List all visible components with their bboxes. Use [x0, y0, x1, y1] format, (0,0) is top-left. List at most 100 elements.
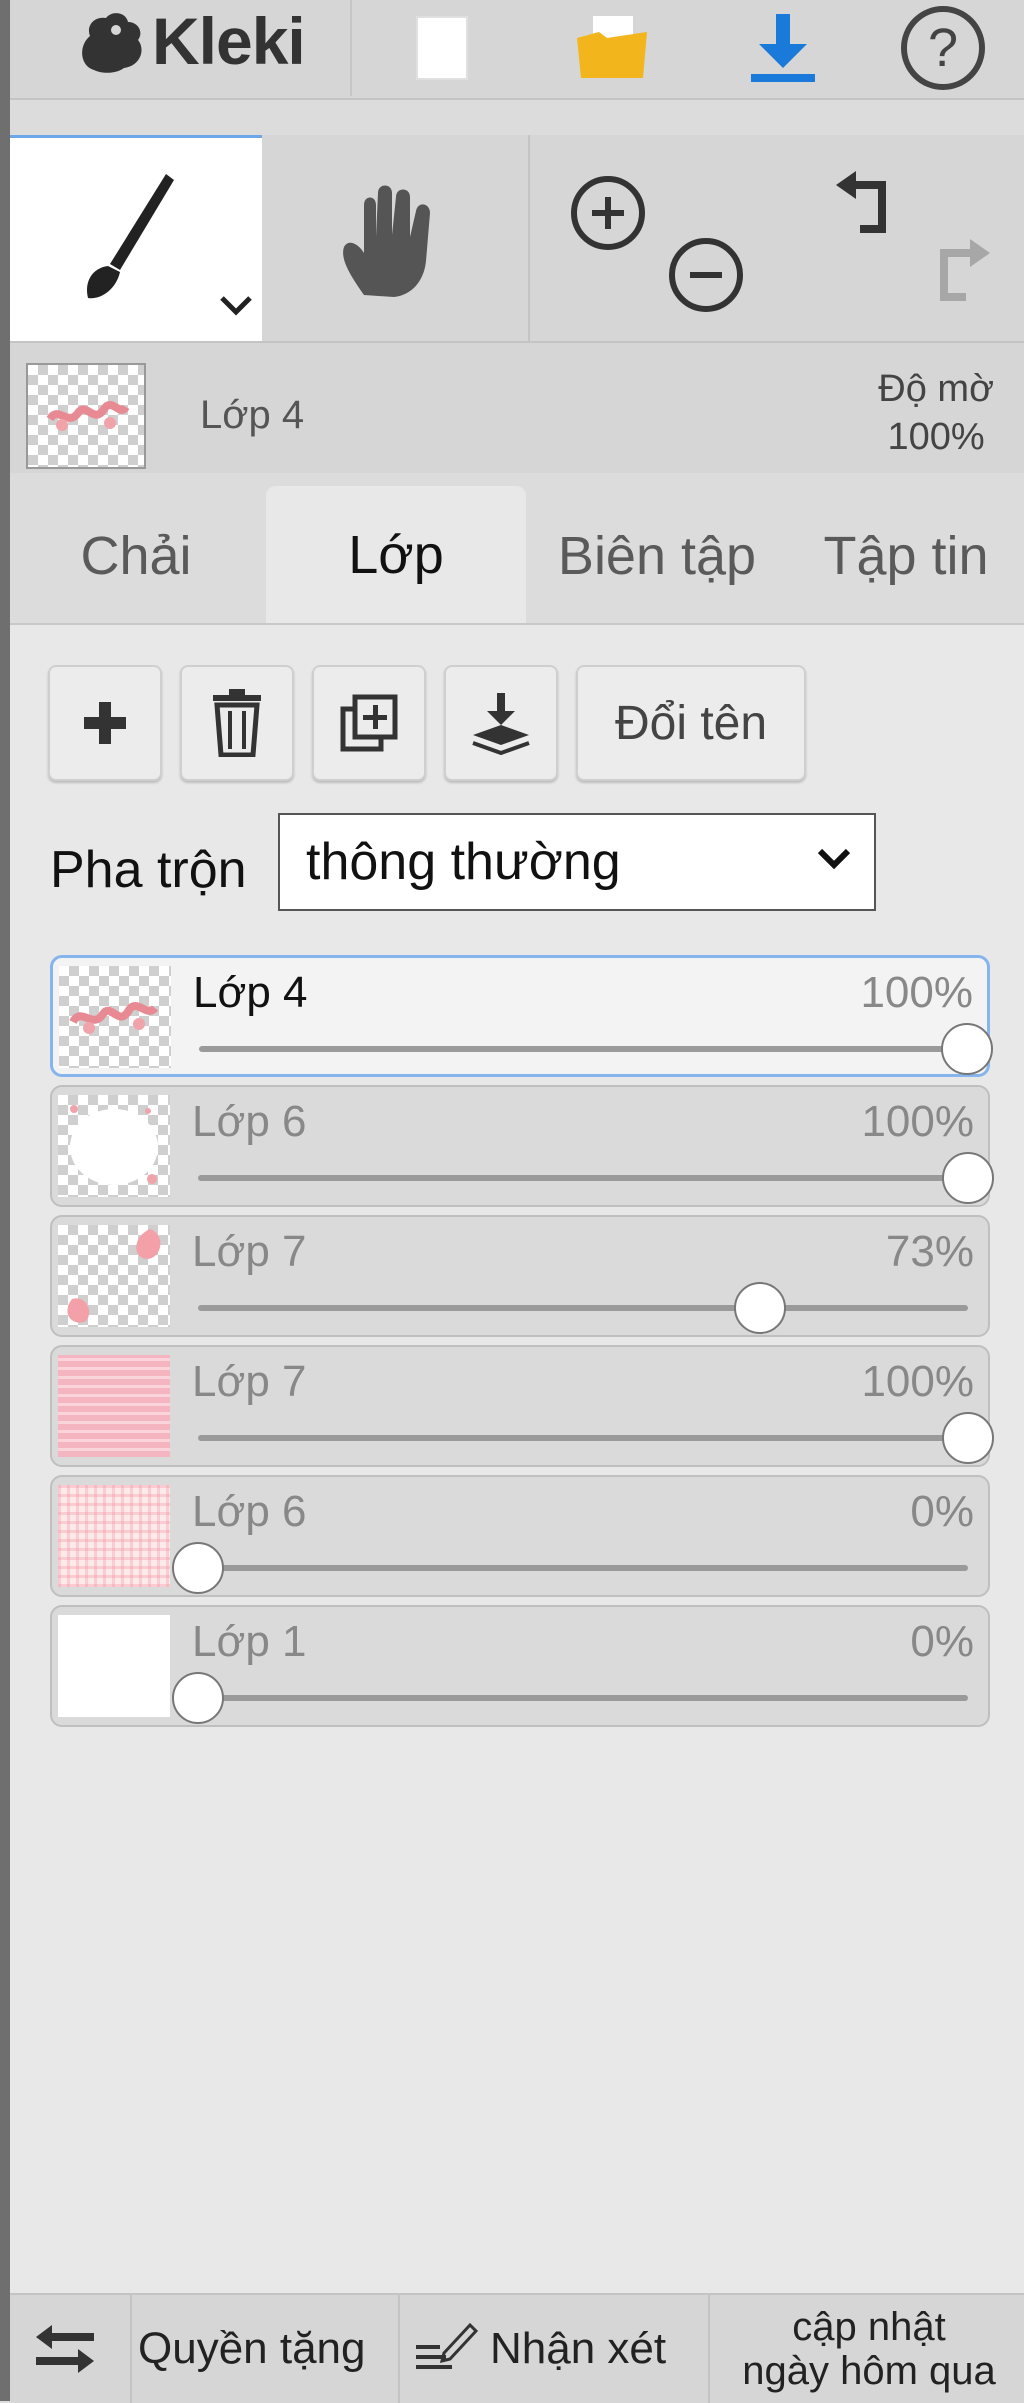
layer-name: Lớp 1: [192, 1617, 307, 1666]
layer-opacity: 100%: [861, 1097, 974, 1146]
new-file-button[interactable]: [388, 0, 498, 96]
layer-item[interactable]: Lớp 6 0%: [50, 1475, 990, 1597]
blend-mode-label: Pha trộn: [50, 841, 247, 899]
zoom-out-icon[interactable]: [664, 233, 748, 317]
opacity-slider[interactable]: [199, 1023, 993, 1075]
divider: [398, 2295, 400, 2403]
opacity-slider-handle[interactable]: [941, 1023, 993, 1075]
layer-item[interactable]: Lớp 4 100%: [50, 955, 993, 1077]
new-file-icon: [416, 16, 468, 80]
zoom-in-icon[interactable]: [566, 171, 650, 255]
help-icon: ?: [901, 6, 985, 90]
current-layer-name: Lớp 4: [200, 393, 305, 437]
add-layer-button[interactable]: [48, 665, 162, 781]
help-button[interactable]: ?: [888, 0, 998, 96]
blend-mode-value: thông thường: [306, 833, 621, 891]
opacity-slider[interactable]: [172, 1542, 968, 1594]
tab-brush[interactable]: Chải: [10, 488, 262, 623]
plus-icon: [84, 702, 126, 744]
redo-icon[interactable]: [920, 233, 1000, 313]
hand-tool-button[interactable]: [262, 135, 528, 341]
update-line-2: ngày hôm qua: [742, 2349, 996, 2393]
swap-arrows-icon: [36, 2325, 94, 2373]
tool-row: [10, 135, 1024, 343]
layer-thumbnail-image: [69, 1002, 159, 1034]
undo-icon[interactable]: [826, 165, 906, 245]
merge-down-button[interactable]: [444, 665, 558, 781]
opacity-label: Độ mờ: [878, 368, 994, 410]
duplicate-icon: [340, 694, 398, 752]
layer-name: Lớp 7: [192, 1227, 307, 1276]
opacity-slider-handle[interactable]: [172, 1542, 224, 1594]
opacity-value: 100%: [887, 416, 985, 458]
feedback-link[interactable]: Nhận xét: [414, 2295, 666, 2403]
opacity-slider[interactable]: [198, 1152, 994, 1204]
layer-thumbnail-image: [70, 1105, 158, 1185]
layer-name: Lớp 7: [192, 1357, 307, 1406]
open-file-button[interactable]: [558, 0, 668, 96]
layers-panel: Đổi tên Pha trộn thông thường Lớp 4 100%: [10, 623, 1024, 2295]
update-line-1: cập nhật: [792, 2305, 946, 2349]
delete-layer-button[interactable]: [180, 665, 294, 781]
layer-name: Lớp 4: [193, 968, 308, 1017]
window-edge: [0, 0, 10, 2401]
opacity-slider-handle[interactable]: [172, 1672, 224, 1724]
layer-name: Lớp 6: [192, 1487, 307, 1536]
feedback-label: Nhận xét: [490, 2324, 667, 2373]
panel-tabs: Chải Lớp Biên tập Tập tin: [10, 486, 1024, 623]
svg-text:?: ?: [928, 18, 958, 78]
folder-icon: [577, 16, 647, 78]
opacity-slider-handle[interactable]: [734, 1282, 787, 1334]
divider: [350, 0, 352, 96]
current-layer-thumbnail[interactable]: [26, 363, 146, 469]
layer-item[interactable]: Lớp 1 0%: [50, 1605, 990, 1727]
layer-item[interactable]: Lớp 7 73%: [50, 1215, 990, 1337]
changelog-link[interactable]: cập nhật ngày hôm qua: [716, 2295, 1022, 2403]
merge-down-icon: [472, 693, 530, 755]
top-bar: Kleki ?: [10, 0, 1024, 100]
download-button[interactable]: [728, 0, 838, 96]
footer-bar: Quyền tặng Nhận xét cập nhật ngày hôm qu…: [10, 2293, 1024, 2403]
brush-icon: [86, 174, 174, 299]
tab-file[interactable]: Tập tin: [788, 488, 1024, 623]
layer-thumbnail-image: [67, 1229, 161, 1323]
rename-label: Đổi tên: [614, 696, 768, 750]
kleki-mascot-icon: [82, 13, 142, 73]
duplicate-layer-button[interactable]: [312, 665, 426, 781]
tab-layers[interactable]: Lớp: [266, 486, 526, 623]
chevron-down-icon[interactable]: [216, 292, 256, 320]
layer-item[interactable]: Lớp 6 100%: [50, 1085, 994, 1207]
layer-opacity: 100%: [861, 1357, 974, 1406]
kleki-logo[interactable]: Kleki: [72, 4, 306, 78]
trash-icon: [213, 689, 261, 757]
layer-opacity: 0%: [910, 1487, 974, 1536]
layer-opacity: 73%: [885, 1227, 974, 1276]
opacity-slider[interactable]: [198, 1282, 968, 1334]
opacity-slider-handle[interactable]: [942, 1412, 994, 1464]
layer-thumbnail: [58, 1225, 170, 1327]
layer-opacity-readout: Độ mờ 100%: [878, 365, 994, 461]
brush-tool-button[interactable]: [10, 135, 262, 341]
swap-button[interactable]: [30, 2295, 100, 2403]
opacity-slider[interactable]: [172, 1672, 968, 1724]
opacity-slider-handle[interactable]: [942, 1152, 994, 1204]
chevron-down-icon: [817, 848, 851, 870]
download-icon: [751, 14, 815, 82]
layer-item[interactable]: Lớp 7 100%: [50, 1345, 994, 1467]
blend-mode-select[interactable]: thông thường: [278, 813, 876, 911]
layer-name: Lớp 6: [192, 1097, 307, 1146]
permissions-link[interactable]: Quyền tặng: [138, 2295, 366, 2403]
tab-edit[interactable]: Biên tập: [526, 488, 788, 623]
history-group: [808, 135, 1024, 341]
layer-opacity: 0%: [910, 1617, 974, 1666]
layer-thumbnail: [58, 1095, 170, 1197]
permissions-label: Quyền tặng: [138, 2324, 366, 2373]
hand-icon: [343, 185, 430, 297]
layer-thumbnail: [58, 1615, 170, 1717]
opacity-slider[interactable]: [198, 1412, 994, 1464]
app-title: Kleki: [152, 4, 306, 78]
rename-layer-button[interactable]: Đổi tên: [576, 665, 806, 781]
layer-thumbnail: [59, 966, 171, 1068]
layer-thumbnail: [58, 1355, 170, 1457]
divider: [708, 2295, 710, 2403]
